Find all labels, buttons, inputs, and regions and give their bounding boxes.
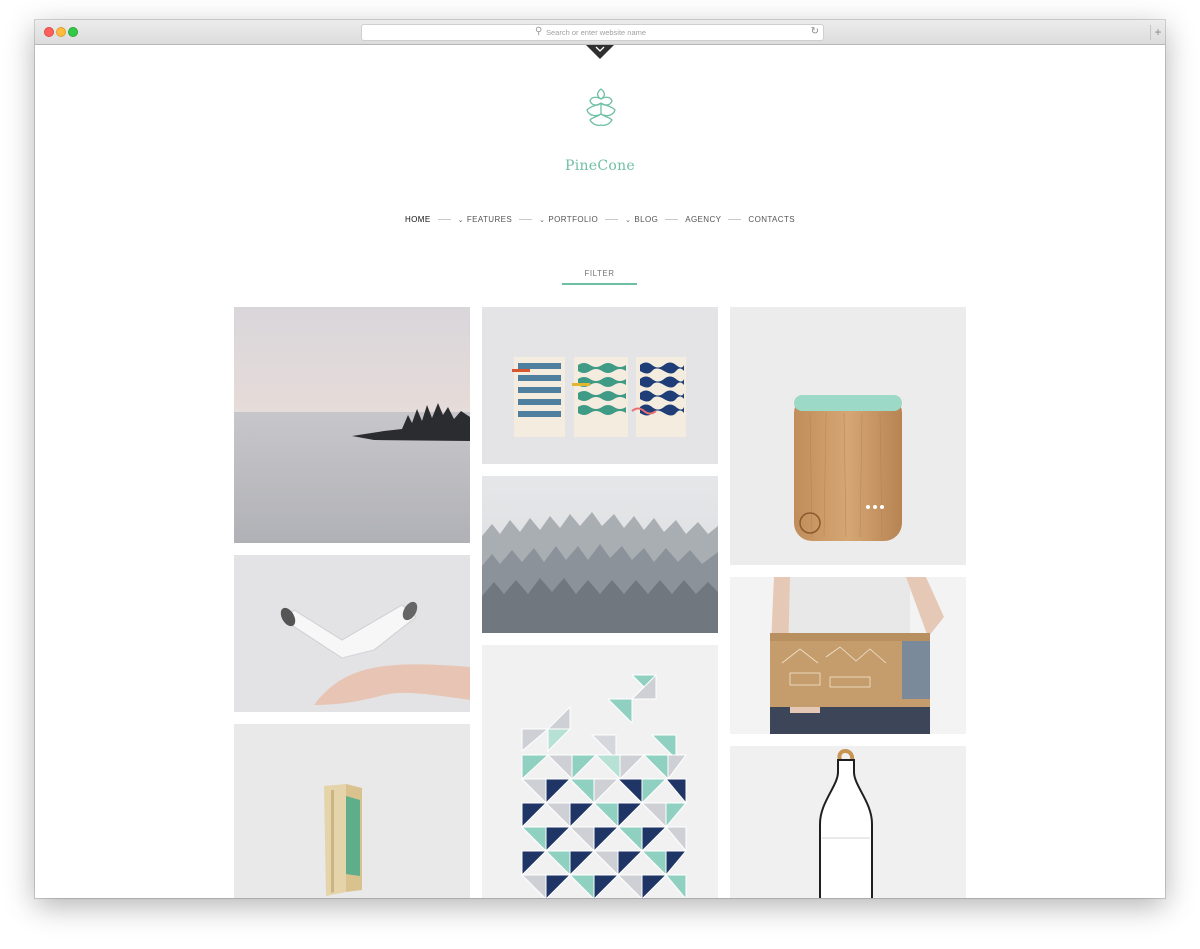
portfolio-item-wood-green-book[interactable]	[234, 724, 470, 898]
new-tab-button[interactable]: +	[1150, 25, 1165, 40]
top-panel-toggle[interactable]	[586, 45, 614, 59]
nav-separator	[728, 219, 742, 220]
nav-item-label: CONTACTS	[748, 215, 795, 224]
address-placeholder: Search or enter website name	[546, 28, 647, 37]
page-content: PineCone HOME ⌄ FEATURES ⌄ PORTFOLIO ⌄ B…	[35, 45, 1165, 898]
nav-item-label: HOME	[404, 215, 431, 224]
browser-toolbar: ⚲ Search or enter website name ↻ +	[35, 20, 1165, 45]
portfolio-item-white-pipe-object[interactable]	[234, 555, 470, 712]
portfolio-item-lake-landscape[interactable]	[234, 307, 470, 543]
browser-window: ⚲ Search or enter website name ↻ + PineC…	[35, 20, 1165, 898]
minimize-window-button[interactable]	[56, 27, 66, 37]
nav-item-label: BLOG	[634, 215, 659, 224]
portfolio-item-wave-cards[interactable]	[482, 307, 718, 464]
portfolio-item-wooden-device[interactable]	[730, 307, 966, 565]
close-window-button[interactable]	[44, 27, 54, 37]
main-navigation: HOME ⌄ FEATURES ⌄ PORTFOLIO ⌄ BLOG AGENC…	[35, 215, 1165, 224]
chevron-down-icon	[595, 45, 605, 53]
nav-separator	[605, 219, 619, 220]
nav-item-blog[interactable]: ⌄ BLOG	[625, 215, 658, 224]
reload-icon[interactable]: ↻	[811, 25, 819, 39]
nav-item-label: PORTFOLIO	[548, 215, 599, 224]
search-icon: ⚲	[535, 26, 543, 37]
nav-item-label: FEATURES	[466, 215, 513, 224]
nav-item-features[interactable]: ⌄ FEATURES	[458, 215, 513, 224]
pinecone-icon[interactable]	[584, 87, 618, 129]
chevron-down-icon: ⌄	[539, 216, 546, 224]
site-brand-name[interactable]: PineCone	[515, 158, 685, 174]
chevron-down-icon: ⌄	[625, 216, 632, 224]
nav-item-home[interactable]: HOME	[405, 215, 431, 224]
nav-item-label: AGENCY	[685, 215, 722, 224]
portfolio-item-triangle-tiles[interactable]	[482, 645, 718, 898]
nav-separator	[437, 219, 451, 220]
portfolio-item-snowy-forest[interactable]	[482, 476, 718, 633]
nav-item-portfolio[interactable]: ⌄ PORTFOLIO	[539, 215, 598, 224]
address-bar[interactable]: ⚲ Search or enter website name ↻	[361, 24, 824, 41]
filter-button[interactable]: FILTER	[562, 269, 637, 278]
portfolio-item-white-bottle[interactable]	[730, 746, 966, 898]
chevron-down-icon: ⌄	[457, 216, 464, 224]
maximize-window-button[interactable]	[68, 27, 78, 37]
nav-item-contacts[interactable]: CONTACTS	[748, 215, 795, 224]
nav-item-agency[interactable]: AGENCY	[685, 215, 721, 224]
nav-separator	[665, 219, 679, 220]
nav-separator	[519, 219, 533, 220]
filter-underline	[562, 283, 637, 285]
portfolio-item-box-held[interactable]	[730, 577, 966, 734]
